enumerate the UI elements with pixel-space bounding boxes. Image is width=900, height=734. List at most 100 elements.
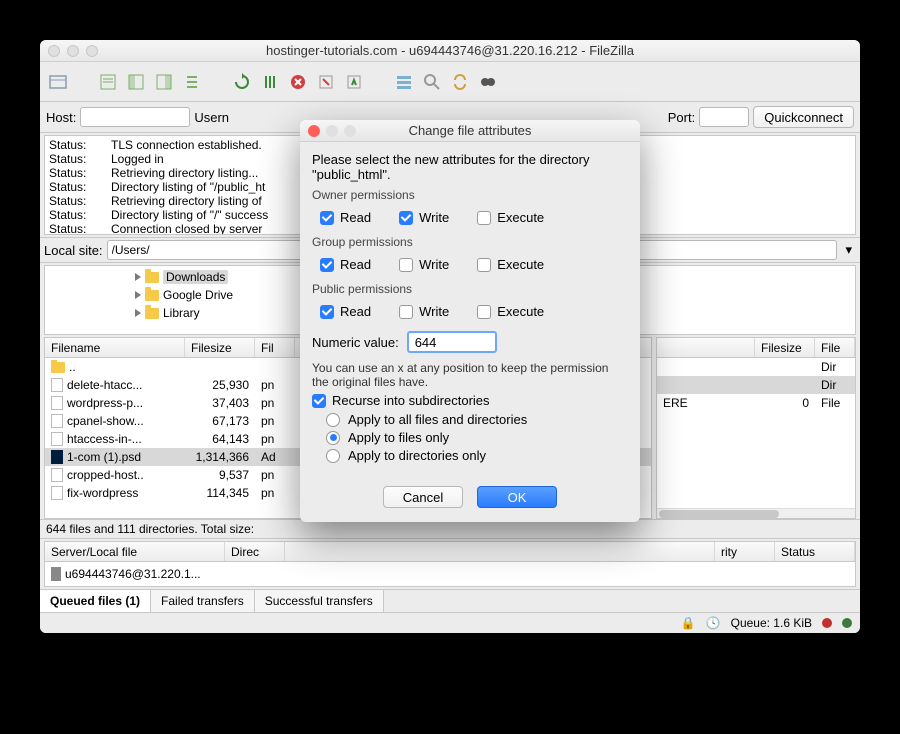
window-title: hostinger-tutorials.com - u694443746@31.… (40, 43, 860, 58)
toolbar (40, 62, 860, 102)
queue-row[interactable]: u694443746@31.220.1... (65, 567, 201, 581)
compare-icon[interactable] (420, 70, 444, 94)
psd-file-icon (51, 450, 63, 464)
dialog-title: Change file attributes (300, 123, 640, 138)
main-window: hostinger-tutorials.com - u694443746@31.… (40, 40, 860, 633)
toggle-log-icon[interactable] (96, 70, 120, 94)
public-read-checkbox[interactable] (320, 305, 334, 319)
numeric-label: Numeric value: (312, 335, 399, 350)
transfer-queue[interactable]: Server/Local file Direc rity Status u694… (44, 541, 856, 587)
ok-button[interactable]: OK (477, 486, 557, 508)
toggle-tree-icon[interactable] (124, 70, 148, 94)
search-icon[interactable] (476, 70, 500, 94)
hint-text: You can use an x at any position to keep… (312, 361, 628, 389)
recurse-checkbox[interactable] (312, 394, 326, 408)
toggle-remote-tree-icon[interactable] (152, 70, 176, 94)
port-label: Port: (668, 110, 695, 125)
apply-files-radio[interactable] (326, 431, 340, 445)
file-icon (51, 378, 63, 392)
owner-perm-label: Owner permissions (312, 188, 628, 202)
process-queue-icon[interactable] (258, 70, 282, 94)
file-icon (51, 414, 63, 428)
col-filetype[interactable]: Fil (255, 338, 295, 357)
local-site-label: Local site: (44, 243, 103, 258)
local-status-line: 644 files and 111 directories. Total siz… (40, 519, 860, 539)
queue-size: Queue: 1.6 KiB (731, 616, 812, 630)
traffic-lights (48, 45, 98, 57)
group-write-checkbox[interactable] (399, 258, 413, 272)
folder-icon (51, 362, 65, 373)
tab-failed[interactable]: Failed transfers (151, 590, 255, 612)
horizontal-scrollbar[interactable] (657, 508, 855, 518)
group-execute-checkbox[interactable] (477, 258, 491, 272)
transfer-tabs: Queued files (1) Failed transfers Succes… (40, 589, 860, 612)
table-row[interactable]: Dir (657, 376, 855, 394)
file-attributes-dialog: Change file attributes Please select the… (300, 120, 640, 522)
filter-icon[interactable] (392, 70, 416, 94)
apply-all-radio[interactable] (326, 413, 340, 427)
tree-item[interactable]: Downloads (163, 270, 228, 284)
col-direction[interactable]: Direc (225, 542, 285, 561)
table-row[interactable]: Dir (657, 358, 855, 376)
col-filetype[interactable]: File (815, 338, 855, 357)
cancel-icon[interactable] (286, 70, 310, 94)
host-label: Host: (46, 110, 76, 125)
refresh-icon[interactable] (230, 70, 254, 94)
apply-dirs-radio[interactable] (326, 449, 340, 463)
tree-item[interactable]: Library (163, 306, 200, 320)
lock-icon[interactable]: 🔒 (681, 616, 696, 630)
public-write-checkbox[interactable] (399, 305, 413, 319)
dialog-titlebar: Change file attributes (300, 120, 640, 142)
activity-indicator-icon (842, 618, 852, 628)
username-label: Usern (194, 110, 229, 125)
host-input[interactable] (80, 107, 190, 127)
port-input[interactable] (699, 107, 749, 127)
folder-icon (145, 308, 159, 319)
col-server-file[interactable]: Server/Local file (45, 542, 225, 561)
quickconnect-button[interactable]: Quickconnect (753, 106, 854, 128)
tab-successful[interactable]: Successful transfers (255, 590, 384, 612)
queue-header: Server/Local file Direc rity Status (45, 542, 855, 562)
disconnect-icon[interactable] (314, 70, 338, 94)
tree-item[interactable]: Google Drive (163, 288, 233, 302)
minimize-icon[interactable] (67, 45, 79, 57)
table-row[interactable]: ERE0File (657, 394, 855, 412)
col-filename[interactable]: Filename (45, 338, 185, 357)
col-filesize[interactable]: Filesize (755, 338, 815, 357)
numeric-value-input[interactable] (407, 331, 497, 353)
site-manager-icon[interactable] (46, 70, 70, 94)
folder-icon (145, 272, 159, 283)
zoom-icon[interactable] (86, 45, 98, 57)
log-msg: TLS connection established. (111, 138, 262, 152)
col-filesize[interactable]: Filesize (185, 338, 255, 357)
sync-browse-icon[interactable] (448, 70, 472, 94)
group-perm-label: Group permissions (312, 235, 628, 249)
tab-queued[interactable]: Queued files (1) (40, 590, 151, 612)
status-bar: 🔒 🕓 Queue: 1.6 KiB (40, 612, 860, 633)
toggle-queue-icon[interactable] (180, 70, 204, 94)
cancel-button[interactable]: Cancel (383, 486, 463, 508)
col-status[interactable]: Status (775, 542, 855, 561)
owner-execute-checkbox[interactable] (477, 211, 491, 225)
remote-file-list[interactable]: Filesize File Dir Dir ERE0File (656, 337, 856, 519)
owner-write-checkbox[interactable] (399, 211, 413, 225)
group-read-checkbox[interactable] (320, 258, 334, 272)
chevron-right-icon[interactable] (135, 273, 141, 281)
public-perm-label: Public permissions (312, 282, 628, 296)
chevron-right-icon[interactable] (135, 291, 141, 299)
log-key: Status: (49, 138, 99, 152)
owner-read-checkbox[interactable] (320, 211, 334, 225)
dialog-prompt: Please select the new attributes for the… (312, 152, 628, 182)
server-icon (51, 567, 61, 581)
file-icon (51, 396, 63, 410)
col-priority[interactable]: rity (715, 542, 775, 561)
file-icon (51, 486, 63, 500)
table-header: Filesize File (657, 338, 855, 358)
public-execute-checkbox[interactable] (477, 305, 491, 319)
titlebar: hostinger-tutorials.com - u694443746@31.… (40, 40, 860, 62)
close-icon[interactable] (48, 45, 60, 57)
chevron-right-icon[interactable] (135, 309, 141, 317)
reconnect-icon[interactable] (342, 70, 366, 94)
file-icon (51, 432, 63, 446)
file-icon (51, 468, 63, 482)
